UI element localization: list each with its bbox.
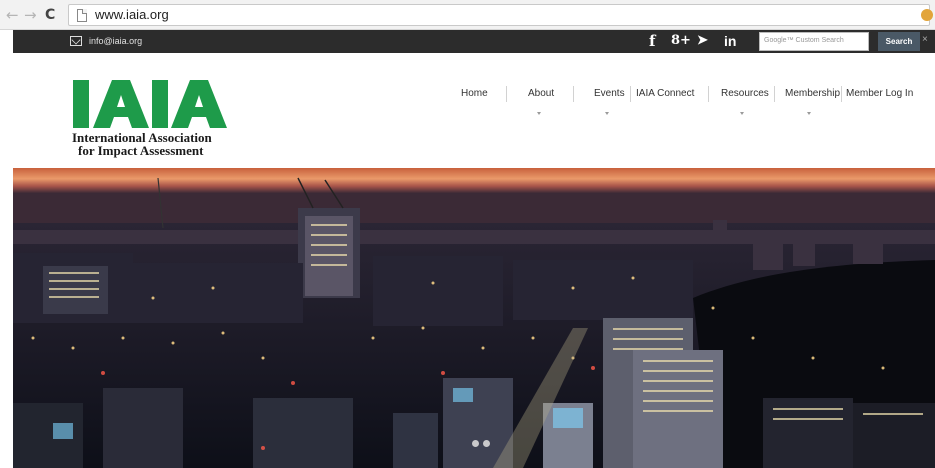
- menu-item-home[interactable]: Home: [461, 88, 488, 99]
- top-strip: info@iaia.org f 8+ ➤ in Google™ Custom S…: [13, 30, 935, 53]
- logo-text-line2: for Impact Assessment: [78, 143, 204, 158]
- chevron-down-icon: [605, 112, 609, 115]
- url-text[interactable]: www.iaia.org: [95, 7, 169, 22]
- menu-divider: [841, 86, 842, 102]
- chevron-down-icon: [807, 112, 811, 115]
- search-placeholder: Google™ Custom Search: [764, 37, 844, 44]
- menu-item-resources[interactable]: Resources: [721, 88, 769, 99]
- menu-divider: [573, 86, 574, 102]
- chevron-down-icon: [740, 112, 744, 115]
- back-arrow-icon[interactable]: ←: [6, 6, 19, 24]
- page-icon: [77, 9, 87, 22]
- menu-item-iaia-connect[interactable]: IAIA Connect: [636, 88, 694, 99]
- google-plus-icon[interactable]: 8+: [671, 33, 691, 48]
- browser-toolbar: ← → C www.iaia.org: [0, 0, 935, 30]
- menu-item-membership[interactable]: Membership: [785, 88, 840, 99]
- extension-icon[interactable]: [921, 9, 933, 21]
- slide-dot-1[interactable]: [472, 440, 479, 447]
- chevron-down-icon: [537, 112, 541, 115]
- search-input[interactable]: Google™ Custom Search: [759, 32, 869, 51]
- envelope-icon: [70, 36, 82, 46]
- forward-arrow-icon[interactable]: →: [24, 6, 37, 24]
- iaia-logo-mark: [73, 80, 227, 128]
- slide-dot-2[interactable]: [483, 440, 490, 447]
- menu-item-events[interactable]: Events: [594, 88, 625, 99]
- menu-item-member-login[interactable]: Member Log In: [846, 88, 913, 99]
- iaia-logo[interactable]: International Association for Impact Ass…: [60, 78, 230, 160]
- twitter-icon[interactable]: ➤: [697, 33, 708, 48]
- linkedin-icon[interactable]: in: [724, 33, 736, 49]
- hero-slider[interactable]: [13, 168, 935, 468]
- close-icon[interactable]: ×: [922, 34, 928, 45]
- menu-divider: [774, 86, 775, 102]
- city-skyline-image: [13, 168, 935, 468]
- menu-divider: [506, 86, 507, 102]
- reload-icon[interactable]: C: [45, 6, 55, 24]
- menu-divider: [630, 86, 631, 102]
- menu-item-about[interactable]: About: [528, 88, 554, 99]
- address-bar[interactable]: www.iaia.org: [68, 4, 933, 26]
- search-button[interactable]: Search: [878, 32, 920, 51]
- menu-divider: [708, 86, 709, 102]
- facebook-icon[interactable]: f: [649, 32, 655, 50]
- email-link[interactable]: info@iaia.org: [89, 36, 142, 46]
